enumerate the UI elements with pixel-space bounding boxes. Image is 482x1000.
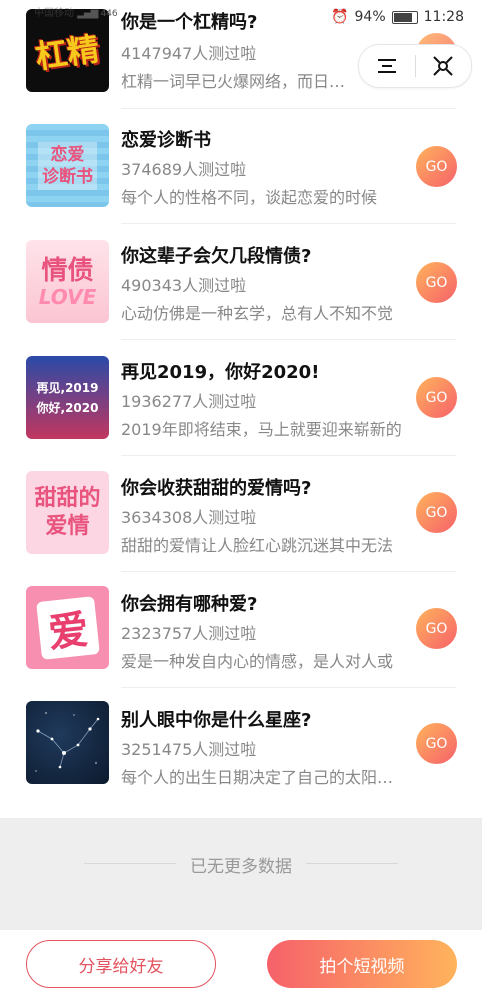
- status-left: 中国移动 ▂▄▆ 446: [34, 4, 118, 19]
- thumbnail-subtext: LOVE: [38, 284, 97, 309]
- thumbnail-text: 爱: [45, 606, 91, 657]
- quiz-description: 心动仿佛是一种玄学，总有人不知不觉: [121, 304, 394, 323]
- list-item[interactable]: 别人眼中你是什么星座? 3251475人测过啦 每个人的出生日期决定了自己的太阳…: [0, 696, 482, 812]
- go-button[interactable]: GO: [416, 608, 457, 649]
- go-button[interactable]: GO: [416, 146, 457, 187]
- quiz-title: 你会收获甜甜的爱情吗?: [121, 478, 312, 499]
- quiz-thumbnail: [26, 701, 109, 784]
- divider: [121, 223, 456, 224]
- time-label: 11:28: [423, 9, 464, 25]
- menu-icon: [377, 59, 396, 73]
- quiz-description: 爱是一种发自内心的情感，是人对人或: [121, 652, 394, 671]
- signal-icon: ▂▄▆: [77, 8, 98, 19]
- quiz-description: 甜甜的爱情让人脸红心跳沉迷其中无法: [121, 536, 394, 555]
- quiz-count: 1936277人测过啦: [121, 392, 257, 411]
- thumbnail-text: 恋爱 诊断书: [38, 141, 97, 190]
- quiz-title: 再见2019，你好2020!: [121, 362, 320, 383]
- quiz-count: 3634308人测过啦: [121, 508, 257, 527]
- divider: [121, 571, 456, 572]
- no-more-data: 已无更多数据: [190, 857, 292, 877]
- quiz-thumbnail: 情债 LOVE: [26, 240, 109, 323]
- divider: [121, 108, 456, 109]
- list-item[interactable]: 甜甜的 爱情 你会收获甜甜的爱情吗? 3634308人测过啦 甜甜的爱情让人脸红…: [0, 464, 482, 580]
- list-item[interactable]: 再见,2019 你好,2020 再见2019，你好2020! 1936277人测…: [0, 348, 482, 464]
- quiz-title: 你这辈子会欠几段情债?: [121, 246, 312, 267]
- quiz-count: 2323757人测过啦: [121, 624, 257, 643]
- status-bar: 中国移动 ▂▄▆ 446 ⏰ 94% 11:28: [0, 0, 482, 34]
- battery-percent: 94%: [354, 9, 386, 25]
- divider: [121, 339, 456, 340]
- go-button[interactable]: GO: [416, 723, 457, 764]
- battery-icon: [391, 10, 418, 24]
- quiz-title: 恋爱诊断书: [121, 130, 211, 151]
- constellation-icon: [35, 712, 100, 772]
- quiz-title: 别人眼中你是什么星座?: [121, 710, 312, 731]
- quiz-count: 3251475人测过啦: [121, 740, 257, 759]
- quiz-count: 4147947人测过啦: [121, 44, 257, 63]
- alarm-icon: ⏰: [331, 9, 349, 25]
- go-button[interactable]: GO: [416, 262, 457, 303]
- list-item[interactable]: 恋爱 诊断书 恋爱诊断书 374689人测过啦 每个人的性格不同，谈起恋爱的时候…: [0, 116, 482, 232]
- carrier-label: 中国移动: [34, 8, 74, 19]
- thumbnail-card: 爱: [35, 595, 100, 660]
- quiz-title: 你会拥有哪种爱?: [121, 594, 258, 615]
- quiz-count: 490343人测过啦: [121, 276, 247, 295]
- quiz-description: 杠精一词早已火爆网络，而日常生活中: [121, 72, 361, 91]
- quiz-description: 2019年即将结束，马上就要迎来崭新的: [121, 420, 402, 439]
- quiz-description: 每个人的性格不同，谈起恋爱的时候: [121, 188, 378, 207]
- quiz-thumbnail: 甜甜的 爱情: [26, 471, 109, 554]
- divider: [121, 455, 456, 456]
- miniprogram-capsule: [358, 44, 472, 88]
- divider: [121, 687, 456, 688]
- thumbnail-text: 甜甜的 爱情: [34, 485, 101, 539]
- close-button[interactable]: [416, 45, 472, 87]
- thumbnail-text: 再见,2019 你好,2020: [36, 380, 99, 415]
- quiz-thumbnail: 恋爱 诊断书: [26, 124, 109, 207]
- list-item[interactable]: 情债 LOVE 你这辈子会欠几段情债? 490343人测过啦 心动仿佛是一种玄学…: [0, 232, 482, 348]
- go-button[interactable]: GO: [416, 377, 457, 418]
- share-button[interactable]: 分享给好友: [26, 940, 216, 988]
- quiz-thumbnail: 爱: [26, 586, 109, 669]
- status-right: ⏰ 94% 11:28: [331, 9, 464, 25]
- close-icon: [433, 56, 453, 76]
- shoot-video-button[interactable]: 拍个短视频: [267, 940, 457, 988]
- net-speed: 446: [100, 9, 118, 19]
- quiz-description: 每个人的出生日期决定了自己的太阳星座: [121, 768, 404, 787]
- quiz-count: 374689人测过啦: [121, 160, 247, 179]
- list-item[interactable]: 爱 你会拥有哪种爱? 2323757人测过啦 爱是一种发自内心的情感，是人对人或…: [0, 580, 482, 696]
- menu-button[interactable]: [359, 45, 415, 87]
- quiz-thumbnail: 再见,2019 你好,2020: [26, 356, 109, 439]
- go-button[interactable]: GO: [416, 492, 457, 533]
- thumbnail-text: 情债: [41, 255, 94, 286]
